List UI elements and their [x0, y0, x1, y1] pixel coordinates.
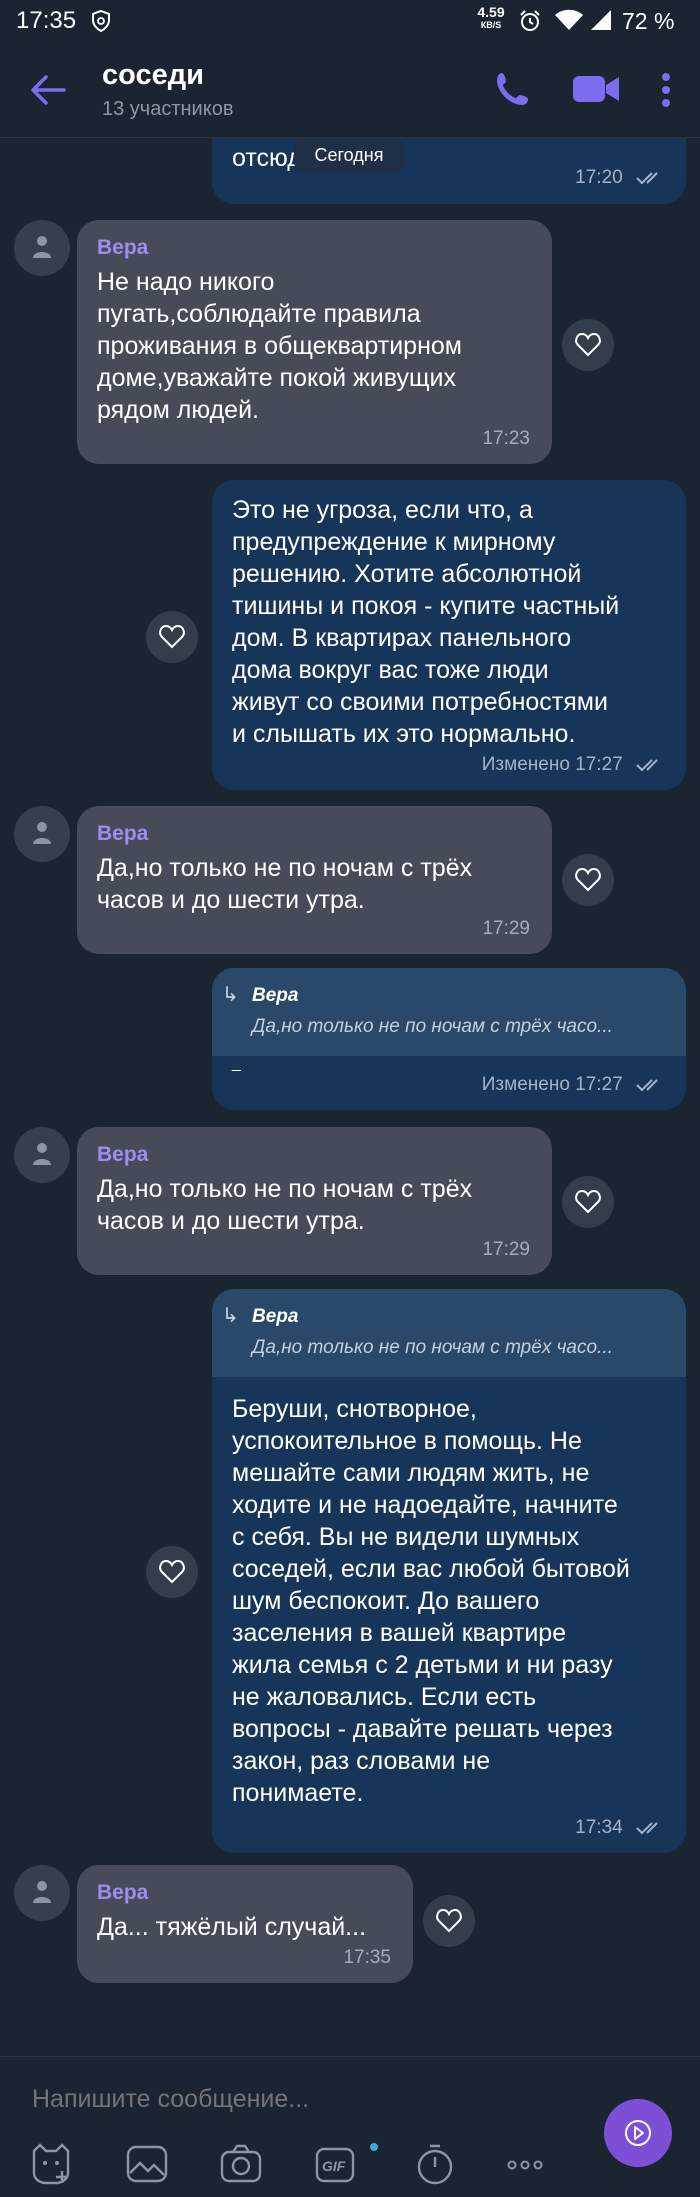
like-button[interactable] — [562, 854, 614, 906]
sender-name[interactable]: Вера — [97, 236, 148, 260]
read-check-icon — [636, 1079, 658, 1092]
message-text: _ — [232, 1055, 241, 1072]
reply-quote[interactable]: ↳ Вера Да,но только не по ночам с трёх ч… — [212, 1289, 686, 1377]
message-composer: GIF — [0, 2056, 700, 2197]
send-button[interactable] — [604, 2099, 672, 2167]
svg-text:GIF: GIF — [322, 2158, 346, 2174]
chat-header: соседи 13 участников — [0, 42, 700, 138]
outgoing-reply-message[interactable]: ↳ Вера Да,но только не по ночам с трёх ч… — [212, 968, 686, 1110]
quote-sender: Вера — [252, 1306, 299, 1327]
wifi-icon — [555, 9, 583, 30]
message-text: Да... тяжёлый случай... — [97, 1913, 367, 1941]
status-time: 17:35 — [16, 7, 77, 34]
quote-sender: Вера — [252, 985, 299, 1006]
signal-icon — [591, 10, 611, 30]
like-button[interactable] — [562, 319, 614, 371]
reply-arrow-icon: ↳ — [222, 984, 239, 1006]
phone-icon[interactable] — [494, 70, 532, 108]
back-arrow-icon[interactable] — [28, 72, 68, 108]
battery-level: 72 % — [622, 8, 675, 34]
video-camera-icon[interactable] — [572, 72, 620, 106]
user-icon — [33, 236, 51, 258]
read-check-icon — [636, 1822, 658, 1835]
sender-name[interactable]: Вера — [97, 822, 148, 846]
sticker-icon[interactable] — [28, 2143, 74, 2185]
alarm-icon — [520, 10, 540, 31]
user-icon — [33, 822, 51, 844]
like-button[interactable] — [562, 1176, 614, 1228]
avatar[interactable] — [14, 220, 70, 276]
heart-icon — [575, 1190, 601, 1214]
chat-title[interactable]: соседи — [102, 59, 204, 92]
message-time: 17:29 — [482, 1239, 530, 1260]
heart-icon — [575, 868, 601, 892]
message-time: 17:20 — [575, 167, 664, 189]
timer-icon[interactable] — [412, 2143, 458, 2185]
like-button[interactable] — [146, 1546, 198, 1598]
message-time: 17:35 — [343, 1947, 391, 1968]
gallery-icon[interactable] — [124, 2143, 170, 2185]
like-button[interactable] — [423, 1895, 475, 1947]
message-text: Да,но только не по ночам с трёх часов и … — [97, 854, 473, 914]
send-icon — [625, 2120, 651, 2146]
reply-quote[interactable]: ↳ Вера Да,но только не по ночам с трёх ч… — [212, 968, 686, 1056]
message-time: 17:34 — [575, 1817, 664, 1839]
reply-arrow-icon: ↳ — [222, 1305, 239, 1327]
sender-name[interactable]: Вера — [97, 1881, 148, 1905]
incoming-message[interactable]: Вера Да,но только не по ночам с трёх час… — [77, 1127, 552, 1275]
avatar[interactable] — [14, 806, 70, 862]
outgoing-message[interactable]: отсюда 17:20 — [212, 138, 686, 204]
heart-icon — [159, 625, 185, 649]
message-time: 17:29 — [482, 918, 530, 939]
gif-icon[interactable]: GIF — [314, 2143, 360, 2185]
message-feed[interactable]: отсюда 17:20 Сегодня Вера Не надо никого… — [0, 138, 700, 2056]
incoming-message[interactable]: Вера Да... тяжёлый случай... 17:35 — [77, 1865, 413, 1983]
heart-icon — [436, 1909, 462, 1933]
more-vertical-icon[interactable] — [656, 70, 676, 110]
read-check-icon — [636, 172, 658, 185]
read-check-icon — [636, 759, 658, 772]
message-text: Да,но только не по ночам с трёх часов и … — [97, 1175, 473, 1235]
participants-count[interactable]: 13 участников — [102, 98, 233, 121]
avatar[interactable] — [14, 1127, 70, 1183]
message-time: 17:23 — [482, 428, 530, 449]
message-input[interactable] — [32, 2085, 592, 2114]
user-icon — [33, 1143, 51, 1165]
gif-new-indicator — [370, 2143, 378, 2151]
message-time: Изменено 17:27 — [482, 754, 664, 776]
like-button[interactable] — [146, 611, 198, 663]
incoming-message[interactable]: Вера Да,но только не по ночам с трёх час… — [77, 806, 552, 954]
user-icon — [33, 1881, 51, 1903]
message-text: Беруши, снотворное, успокоительное в пом… — [232, 1395, 630, 1807]
sender-name[interactable]: Вера — [97, 1143, 148, 1167]
heart-icon — [575, 333, 601, 357]
avatar[interactable] — [14, 1865, 70, 1921]
quote-text: Да,но только не по ночам с трёх часо... — [252, 1016, 613, 1037]
shield-icon — [92, 9, 110, 33]
network-speed: 4.59 КВ/S — [477, 4, 505, 30]
date-separator: Сегодня — [294, 138, 404, 172]
message-text: Это не угроза, если что, а предупреждени… — [232, 496, 620, 748]
heart-icon — [159, 1560, 185, 1584]
outgoing-message[interactable]: Это не угроза, если что, а предупреждени… — [212, 480, 686, 790]
status-bar: 17:35 4.59 КВ/S 72 % — [0, 0, 700, 42]
message-time: Изменено 17:27 — [482, 1074, 664, 1096]
more-icon[interactable] — [502, 2143, 548, 2185]
incoming-message[interactable]: Вера Не надо никого пугать,соблюдайте пр… — [77, 220, 552, 464]
outgoing-reply-message[interactable]: ↳ Вера Да,но только не по ночам с трёх ч… — [212, 1289, 686, 1853]
camera-icon[interactable] — [218, 2143, 264, 2185]
message-text: Не надо никого пугать,соблюдайте правила… — [97, 268, 462, 424]
quote-text: Да,но только не по ночам с трёх часо... — [252, 1337, 613, 1358]
